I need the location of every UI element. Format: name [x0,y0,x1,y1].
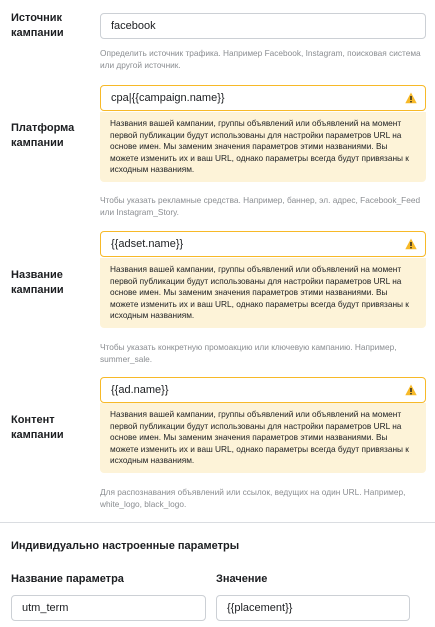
warning-triangle-icon [405,384,417,396]
medium-hint: Чтобы указать рекламные средства. Наприм… [100,195,421,217]
warning-triangle-icon [405,238,417,250]
param-name-label: Название параметра [11,573,124,585]
name-label: Название кампании [11,269,64,296]
medium-warning: Названия вашей кампании, группы объявлен… [100,112,426,182]
source-input[interactable]: facebook [100,13,426,39]
content-warning: Названия вашей кампании, группы объявлен… [100,403,426,473]
content-input-value: {{ad.name}} [111,384,169,396]
content-input[interactable]: {{ad.name}} [100,377,426,403]
section-divider [0,522,435,523]
param-value-label: Значение [216,573,268,585]
content-label: Контент кампании [11,414,64,441]
source-label: Источник кампании [11,12,64,39]
source-hint: Определить источник трафика. Например Fa… [100,48,421,70]
warning-triangle-icon [405,92,417,104]
name-input-value: {{adset.name}} [111,238,184,250]
name-hint: Чтобы указать конкретную промоакцию или … [100,342,397,364]
name-input[interactable]: {{adset.name}} [100,231,426,257]
custom-params-title: Индивидуально настроенные параметры [11,540,240,552]
name-warning: Названия вашей кампании, группы объявлен… [100,258,426,328]
medium-label: Платформа кампании [11,122,75,149]
param-value-input[interactable]: {{placement}} [216,595,410,621]
medium-input[interactable]: cpa|{{campaign.name}} [100,85,426,111]
content-hint: Для распознавания объявлений или ссылок,… [100,487,406,509]
param-name-input[interactable]: utm_term [11,595,206,621]
medium-input-value: cpa|{{campaign.name}} [111,92,225,104]
